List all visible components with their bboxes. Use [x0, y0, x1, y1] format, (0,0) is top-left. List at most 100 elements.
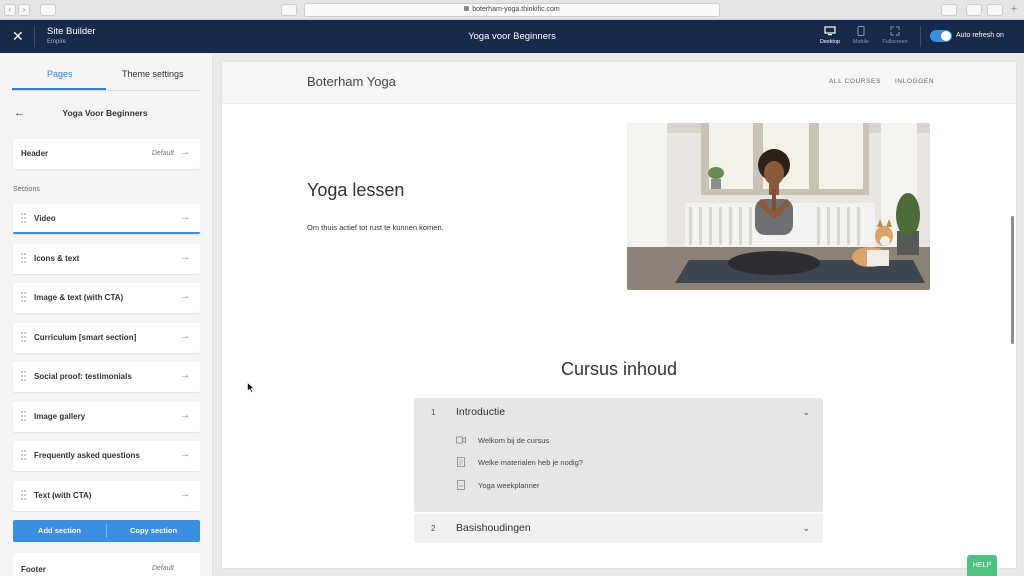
hero-text: Om thuis actief tot rust te kunnen komen…	[307, 223, 444, 232]
footer-label: Footer	[21, 565, 46, 574]
share-icon[interactable]	[966, 4, 982, 16]
tab-theme-settings[interactable]: Theme settings	[122, 69, 184, 79]
chapter-title: Introductie	[456, 406, 506, 418]
auto-refresh-label: Auto refresh on	[956, 32, 1004, 39]
auto-refresh-toggle[interactable]	[930, 30, 952, 42]
copy-section-button[interactable]: Copy section	[107, 520, 200, 542]
yoga-photo	[627, 123, 930, 290]
drag-handle-icon[interactable]	[21, 371, 27, 383]
chapter-introductie[interactable]: 1 Introductie ⌄ Welkom bij de cursus Wel…	[414, 398, 823, 512]
chevron-down-icon[interactable]: ⌄	[802, 407, 810, 418]
drag-handle-icon[interactable]	[21, 292, 27, 304]
drag-handle-icon[interactable]	[21, 213, 27, 225]
fullscreen-label: Fullscreen	[882, 39, 908, 45]
header-value: Default	[151, 150, 174, 157]
mobile-icon	[857, 26, 865, 36]
preview-scrollbar[interactable]	[1011, 216, 1014, 344]
drag-handle-icon[interactable]	[21, 490, 27, 502]
chapter-number: 1	[431, 408, 436, 417]
browser-toolbar: ‹ › boterham-yoga.thinkific.com +	[0, 0, 1024, 20]
fullscreen-icon	[890, 26, 900, 36]
section-actions: Add section Copy section	[13, 520, 200, 542]
url-text: boterham-yoga.thinkific.com	[472, 6, 560, 13]
chapter-number: 2	[431, 524, 436, 533]
footer-card[interactable]: Footer Default	[13, 553, 200, 576]
curriculum-title: Cursus inhoud	[560, 359, 678, 379]
hero-title: Yoga lessen	[307, 180, 405, 200]
sections-heading: Sections	[13, 186, 40, 193]
chevron-down-icon[interactable]: ⌄	[802, 523, 810, 534]
arrow-right-icon: →	[180, 147, 190, 158]
back-arrow-icon[interactable]: ←	[14, 107, 25, 119]
section-label: Frequently asked questions	[34, 451, 140, 460]
nav-all-courses[interactable]: ALL COURSES	[829, 78, 881, 85]
address-bar[interactable]: boterham-yoga.thinkific.com	[304, 3, 720, 17]
forward-icon[interactable]: ›	[18, 4, 30, 16]
arrow-right-icon: →	[180, 291, 190, 302]
lesson-title: Welke materialen heb je nodig?	[478, 458, 583, 467]
chapter-title: Basishoudingen	[456, 522, 531, 534]
drag-handle-icon[interactable]	[21, 253, 27, 265]
active-tab-indicator	[12, 88, 106, 90]
footer-value: Default	[151, 565, 174, 572]
sidebar-tabs: Pages Theme settings	[0, 53, 212, 91]
section-item-text-cta[interactable]: Text (with CTA) →	[13, 481, 200, 511]
help-button[interactable]: HELP	[967, 555, 997, 576]
section-label: Image & text (with CTA)	[34, 293, 124, 302]
section-label: Text (with CTA)	[34, 491, 92, 500]
new-tab-icon[interactable]: +	[1008, 4, 1020, 16]
section-item-icons-text[interactable]: Icons & text →	[13, 244, 200, 274]
section-label: Curriculum [smart section]	[34, 333, 137, 342]
document-icon	[457, 457, 465, 467]
fullscreen-button[interactable]: Fullscreen	[880, 26, 910, 45]
tab-pages[interactable]: Pages	[47, 69, 73, 79]
lesson-title: Yoga weekplanner	[478, 481, 540, 490]
lesson-title: Welkom bij de cursus	[478, 436, 550, 445]
site-logo[interactable]: Boterham Yoga	[307, 74, 396, 89]
toggle-knob	[941, 31, 951, 41]
back-icon[interactable]: ‹	[4, 4, 16, 16]
section-label: Icons & text	[34, 254, 80, 263]
mobile-label: Mobile	[852, 39, 870, 45]
header-label: Header	[21, 149, 49, 158]
desktop-view-button[interactable]: Desktop	[815, 26, 845, 45]
section-item-image-text-cta[interactable]: Image & text (with CTA) →	[13, 283, 200, 313]
page-title: Yoga Voor Beginners	[62, 108, 148, 118]
chapter-basishoudingen[interactable]: 2 Basishoudingen ⌄	[414, 514, 823, 543]
add-section-button[interactable]: Add section	[13, 520, 106, 542]
arrow-right-icon: →	[180, 410, 190, 421]
arrow-right-icon: →	[180, 331, 190, 342]
drag-handle-icon[interactable]	[21, 332, 27, 344]
site-header: Boterham Yoga ALL COURSES INLOGGEN	[222, 62, 1016, 104]
site-preview: Boterham Yoga ALL COURSES INLOGGEN Yoga …	[222, 62, 1016, 568]
header-card[interactable]: Header Default →	[13, 139, 200, 169]
mouse-cursor-icon	[247, 382, 255, 393]
section-label: Social proof: testimonials	[34, 372, 132, 381]
section-item-video[interactable]: Video →	[13, 204, 200, 234]
lock-icon	[464, 6, 470, 11]
builder-sidebar: Pages Theme settings ← Yoga Voor Beginne…	[0, 53, 213, 576]
arrow-right-icon: →	[180, 449, 190, 460]
shield-icon[interactable]	[281, 4, 297, 16]
extension-icon[interactable]	[941, 4, 957, 16]
drag-handle-icon[interactable]	[21, 450, 27, 462]
site-builder-topbar: ✕ Site Builder Empire Yoga voor Beginner…	[0, 20, 1024, 53]
sidebar-toggle-icon[interactable]	[40, 4, 56, 16]
drag-handle-icon[interactable]	[21, 411, 27, 423]
section-item-testimonials[interactable]: Social proof: testimonials →	[13, 362, 200, 392]
tabs-icon[interactable]	[987, 4, 1003, 16]
arrow-right-icon: →	[180, 370, 190, 381]
hero-image	[627, 123, 930, 290]
arrow-right-icon: →	[180, 212, 190, 223]
divider	[920, 26, 921, 47]
mobile-view-button[interactable]: Mobile	[846, 26, 876, 45]
section-item-faq[interactable]: Frequently asked questions →	[13, 441, 200, 471]
nav-login[interactable]: INLOGGEN	[895, 78, 934, 85]
section-label: Video	[34, 214, 56, 223]
desktop-icon	[824, 26, 836, 36]
section-item-curriculum[interactable]: Curriculum [smart section] →	[13, 323, 200, 353]
arrow-right-icon: →	[180, 489, 190, 500]
section-item-image-gallery[interactable]: Image gallery →	[13, 402, 200, 432]
download-icon	[457, 480, 465, 490]
desktop-label: Desktop	[819, 39, 841, 45]
